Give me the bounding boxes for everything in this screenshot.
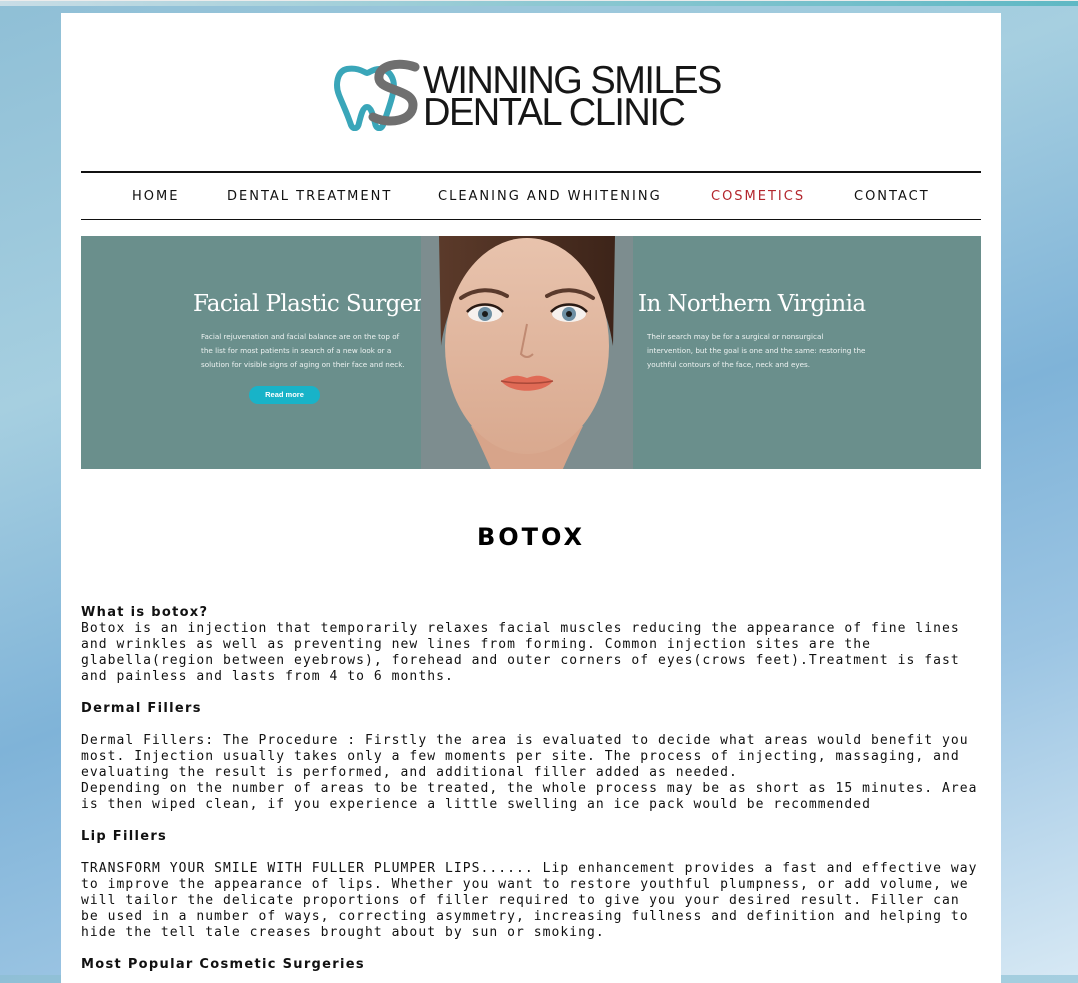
nav-item-contact[interactable]: CONTACT: [854, 189, 930, 204]
hero-banner: Facial Plastic Surgery Facial rejuvenati…: [81, 236, 981, 469]
banner-left-heading: Facial Plastic Surgery: [193, 291, 436, 317]
nav-item-cosmetics[interactable]: COSMETICS: [711, 189, 805, 204]
section-paragraph: Botox is an injection that temporarily r…: [81, 621, 960, 684]
section-paragraph: Depending on the number of areas to be t…: [81, 781, 978, 812]
section-heading-what-is-botox: What is botox?: [81, 605, 209, 620]
section-heading-dermal-fillers: Dermal Fillers: [81, 701, 202, 716]
banner-right-heading: In Northern Virginia: [638, 291, 866, 317]
banner-left-text: Facial rejuvenation and facial balance a…: [201, 332, 405, 369]
section-heading-lip-fillers: Lip Fillers: [81, 829, 168, 844]
tooth-logo-icon: [334, 59, 420, 131]
section-paragraph: Dermal Fillers: The Procedure : Firstly …: [81, 733, 969, 780]
browser-top-strip: [0, 0, 1078, 6]
main-navigation: HOME DENTAL TREATMENT CLEANING AND WHITE…: [81, 171, 981, 220]
section-paragraph: TRANSFORM YOUR SMILE WITH FULLER PLUMPER…: [81, 861, 978, 940]
nav-item-cleaning-and-whitening[interactable]: CLEANING AND WHITENING: [438, 189, 662, 204]
logo-text-line-2: DENTAL CLINIC: [423, 91, 686, 135]
banner-right-text: Their search may be for a surgical or no…: [647, 332, 866, 369]
page-container: WINNING SMILES DENTAL CLINIC HOME DENTAL…: [61, 13, 1001, 983]
nav-item-home[interactable]: HOME: [132, 189, 179, 204]
nav-item-dental-treatment[interactable]: DENTAL TREATMENT: [227, 189, 392, 204]
read-more-button[interactable]: Read more: [249, 386, 320, 404]
page-title: BOTOX: [476, 523, 586, 551]
main-content: What is botox? Botox is an injection tha…: [81, 605, 981, 973]
section-heading-most-popular-cosmetic-surgeries: Most Popular Cosmetic Surgeries: [81, 957, 365, 972]
model-face-image: [421, 236, 633, 469]
clinic-logo[interactable]: WINNING SMILES DENTAL CLINIC: [333, 59, 733, 135]
